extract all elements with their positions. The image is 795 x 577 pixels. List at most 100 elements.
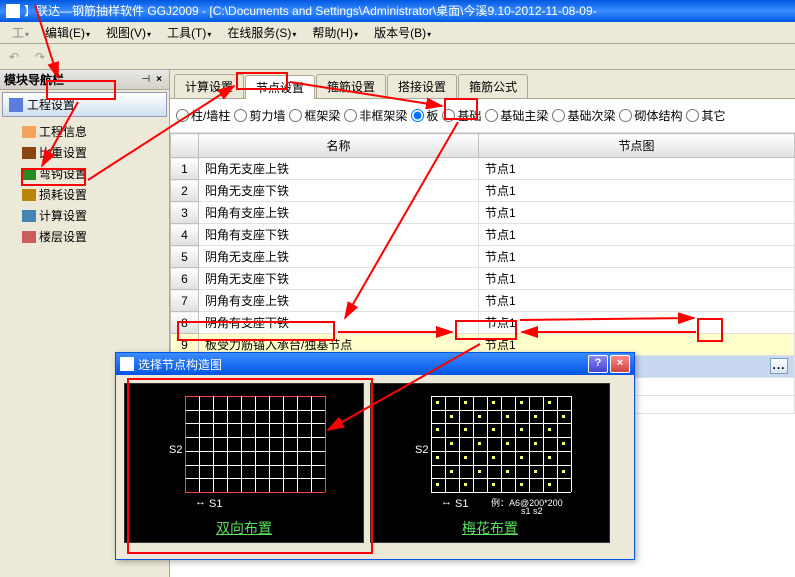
window-title: 】联达—钢筋抽样软件 GGJ2009 - [C:\Documents and S… [24,0,789,22]
tabs: 计算设置 节点设置 箍筋设置 搭接设置 箍筋公式 [170,70,795,99]
nav-item-hook[interactable]: 弯钩设置 [4,163,165,184]
hook-icon [22,168,36,180]
menu-online[interactable]: 在线服务(S)▾ [219,24,304,41]
nav-category-label: 工程设置 [27,96,75,113]
row-number: 4 [171,224,199,246]
nav-item-floor[interactable]: 楼层设置 [4,226,165,247]
node-diagram-dialog: 选择节点构造图 ? × S2 ↔ S1 双向布置 S2 ↔ S1 例：A6@20… [115,352,635,560]
nav-item-calc[interactable]: 计算设置 [4,205,165,226]
window-titlebar: 】联达—钢筋抽样软件 GGJ2009 - [C:\Documents and S… [0,0,795,22]
loss-icon [22,189,36,201]
radio-column[interactable]: 柱/墙柱 [176,107,230,124]
radio-frame-beam[interactable]: 框架梁 [289,107,340,124]
dialog-help-button[interactable]: ? [588,355,608,373]
table-row[interactable]: 4阳角有支座下铁节点1 [171,224,795,246]
calc-icon [22,210,36,222]
cell-node[interactable]: 节点1 [479,290,795,312]
table-row[interactable]: 3阳角有支座上铁节点1 [171,202,795,224]
dialog-close-button[interactable]: × [610,355,630,373]
tab-stirrup-formula[interactable]: 箍筋公式 [458,74,528,98]
diagram-bidirectional[interactable]: S2 ↔ S1 双向布置 [124,383,364,543]
cell-name[interactable]: 阳角有支座上铁 [199,202,479,224]
nav-item-loss[interactable]: 损耗设置 [4,184,165,205]
nav-category-project[interactable]: 工程设置 [2,92,167,117]
scale-icon [22,147,36,159]
cell-node[interactable]: 节点1 [479,246,795,268]
nav-item-weight[interactable]: 比重设置 [4,142,165,163]
cell-node[interactable]: 节点1 [479,268,795,290]
tab-lap-settings[interactable]: 搭接设置 [387,74,457,98]
toolbar-undo[interactable]: ↶ [4,47,24,67]
table-row[interactable]: 7阴角有支座上铁节点1 [171,290,795,312]
s2-label: S2 [169,444,182,456]
col-rownum [171,134,199,158]
nav-item-project-info[interactable]: 工程信息 [4,121,165,142]
cell-node[interactable]: 节点1 [479,312,795,334]
menu-tools[interactable]: 工具(T)▾ [159,24,219,41]
table-row[interactable]: 6阴角无支座下铁节点1 [171,268,795,290]
cell-name[interactable]: 阳角无支座上铁 [199,158,479,180]
arrow-h1: ↔ [195,496,206,508]
s2-label-2: S2 [415,444,428,456]
tab-stirrup-settings[interactable]: 箍筋设置 [316,74,386,98]
cell-node[interactable]: 节点1 [479,158,795,180]
diagram-plum[interactable]: S2 ↔ S1 例：A6@200*200 s1 s2 梅花布置 [370,383,610,543]
row-number: 2 [171,180,199,202]
row-number: 5 [171,246,199,268]
radio-other[interactable]: 其它 [686,107,725,124]
row-number: 3 [171,202,199,224]
menu-view[interactable]: 视图(V)▾ [98,24,159,41]
radio-slab[interactable]: 板 [411,107,438,124]
row-number: 8 [171,312,199,334]
folder-icon [9,98,23,112]
ellipsis-button[interactable]: ... [770,358,788,374]
app-icon [6,4,20,18]
radio-nonframe-beam[interactable]: 非框架梁 [344,107,407,124]
close-panel-icon[interactable]: × [153,74,165,85]
dialog-title: 选择节点构造图 [138,356,586,373]
row-number: 1 [171,158,199,180]
tab-node-settings[interactable]: 节点设置 [245,75,315,99]
dialog-titlebar[interactable]: 选择节点构造图 ? × [116,353,634,375]
cell-name[interactable]: 阴角有支座下铁 [199,312,479,334]
menu-version[interactable]: 版本号(B)▾ [366,24,439,41]
cell-name[interactable]: 阴角无支座上铁 [199,246,479,268]
radio-foundation-sec[interactable]: 基础次梁 [552,107,615,124]
cell-name[interactable]: 阳角无支座下铁 [199,180,479,202]
table-row[interactable]: 2阳角无支座下铁节点1 [171,180,795,202]
radio-foundation-main[interactable]: 基础主梁 [485,107,548,124]
cell-node[interactable]: 节点1 [479,180,795,202]
radio-masonry[interactable]: 砌体结构 [619,107,682,124]
menu-file[interactable]: 工▾ [4,24,37,41]
cell-name[interactable]: 阳角有支座下铁 [199,224,479,246]
row-number: 6 [171,268,199,290]
toolbar-redo[interactable]: ↷ [30,47,50,67]
tab-calc-settings[interactable]: 计算设置 [174,74,244,98]
radio-foundation[interactable]: 基础 [442,107,481,124]
cell-node[interactable]: 节点1 [479,202,795,224]
diagram-caption-2: 梅花布置 [371,518,609,538]
pin-icon[interactable]: ⊣ [138,74,153,85]
floor-icon [22,231,36,243]
diagram-caption-1: 双向布置 [125,518,363,538]
dialog-icon [120,357,134,371]
radio-shearwall[interactable]: 剪力墙 [234,107,285,124]
nav-title: 模块导航栏 [4,71,138,88]
menu-help[interactable]: 帮助(H)▾ [304,24,366,41]
cell-name[interactable]: 阴角有支座上铁 [199,290,479,312]
info-icon [22,126,36,138]
table-row[interactable]: 1阳角无支座上铁节点1 [171,158,795,180]
col-name: 名称 [199,134,479,158]
toolbar: ↶ ↷ [0,44,795,70]
cell-name[interactable]: 阴角无支座下铁 [199,268,479,290]
cell-node[interactable]: 节点1 [479,224,795,246]
menubar: 工▾ 编辑(E)▾ 视图(V)▾ 工具(T)▾ 在线服务(S)▾ 帮助(H)▾ … [0,22,795,44]
arrow-h2: ↔ [441,496,452,508]
table-row[interactable]: 8阴角有支座下铁节点1 [171,312,795,334]
col-node: 节点图 [479,134,795,158]
s1-label: S1 [209,498,222,510]
menu-edit[interactable]: 编辑(E)▾ [37,24,98,41]
table-row[interactable]: 5阴角无支座上铁节点1 [171,246,795,268]
nav-tree: 工程信息 比重设置 弯钩设置 损耗设置 计算设置 楼层设置 [0,119,169,249]
nav-header: 模块导航栏 ⊣ × [0,70,169,90]
